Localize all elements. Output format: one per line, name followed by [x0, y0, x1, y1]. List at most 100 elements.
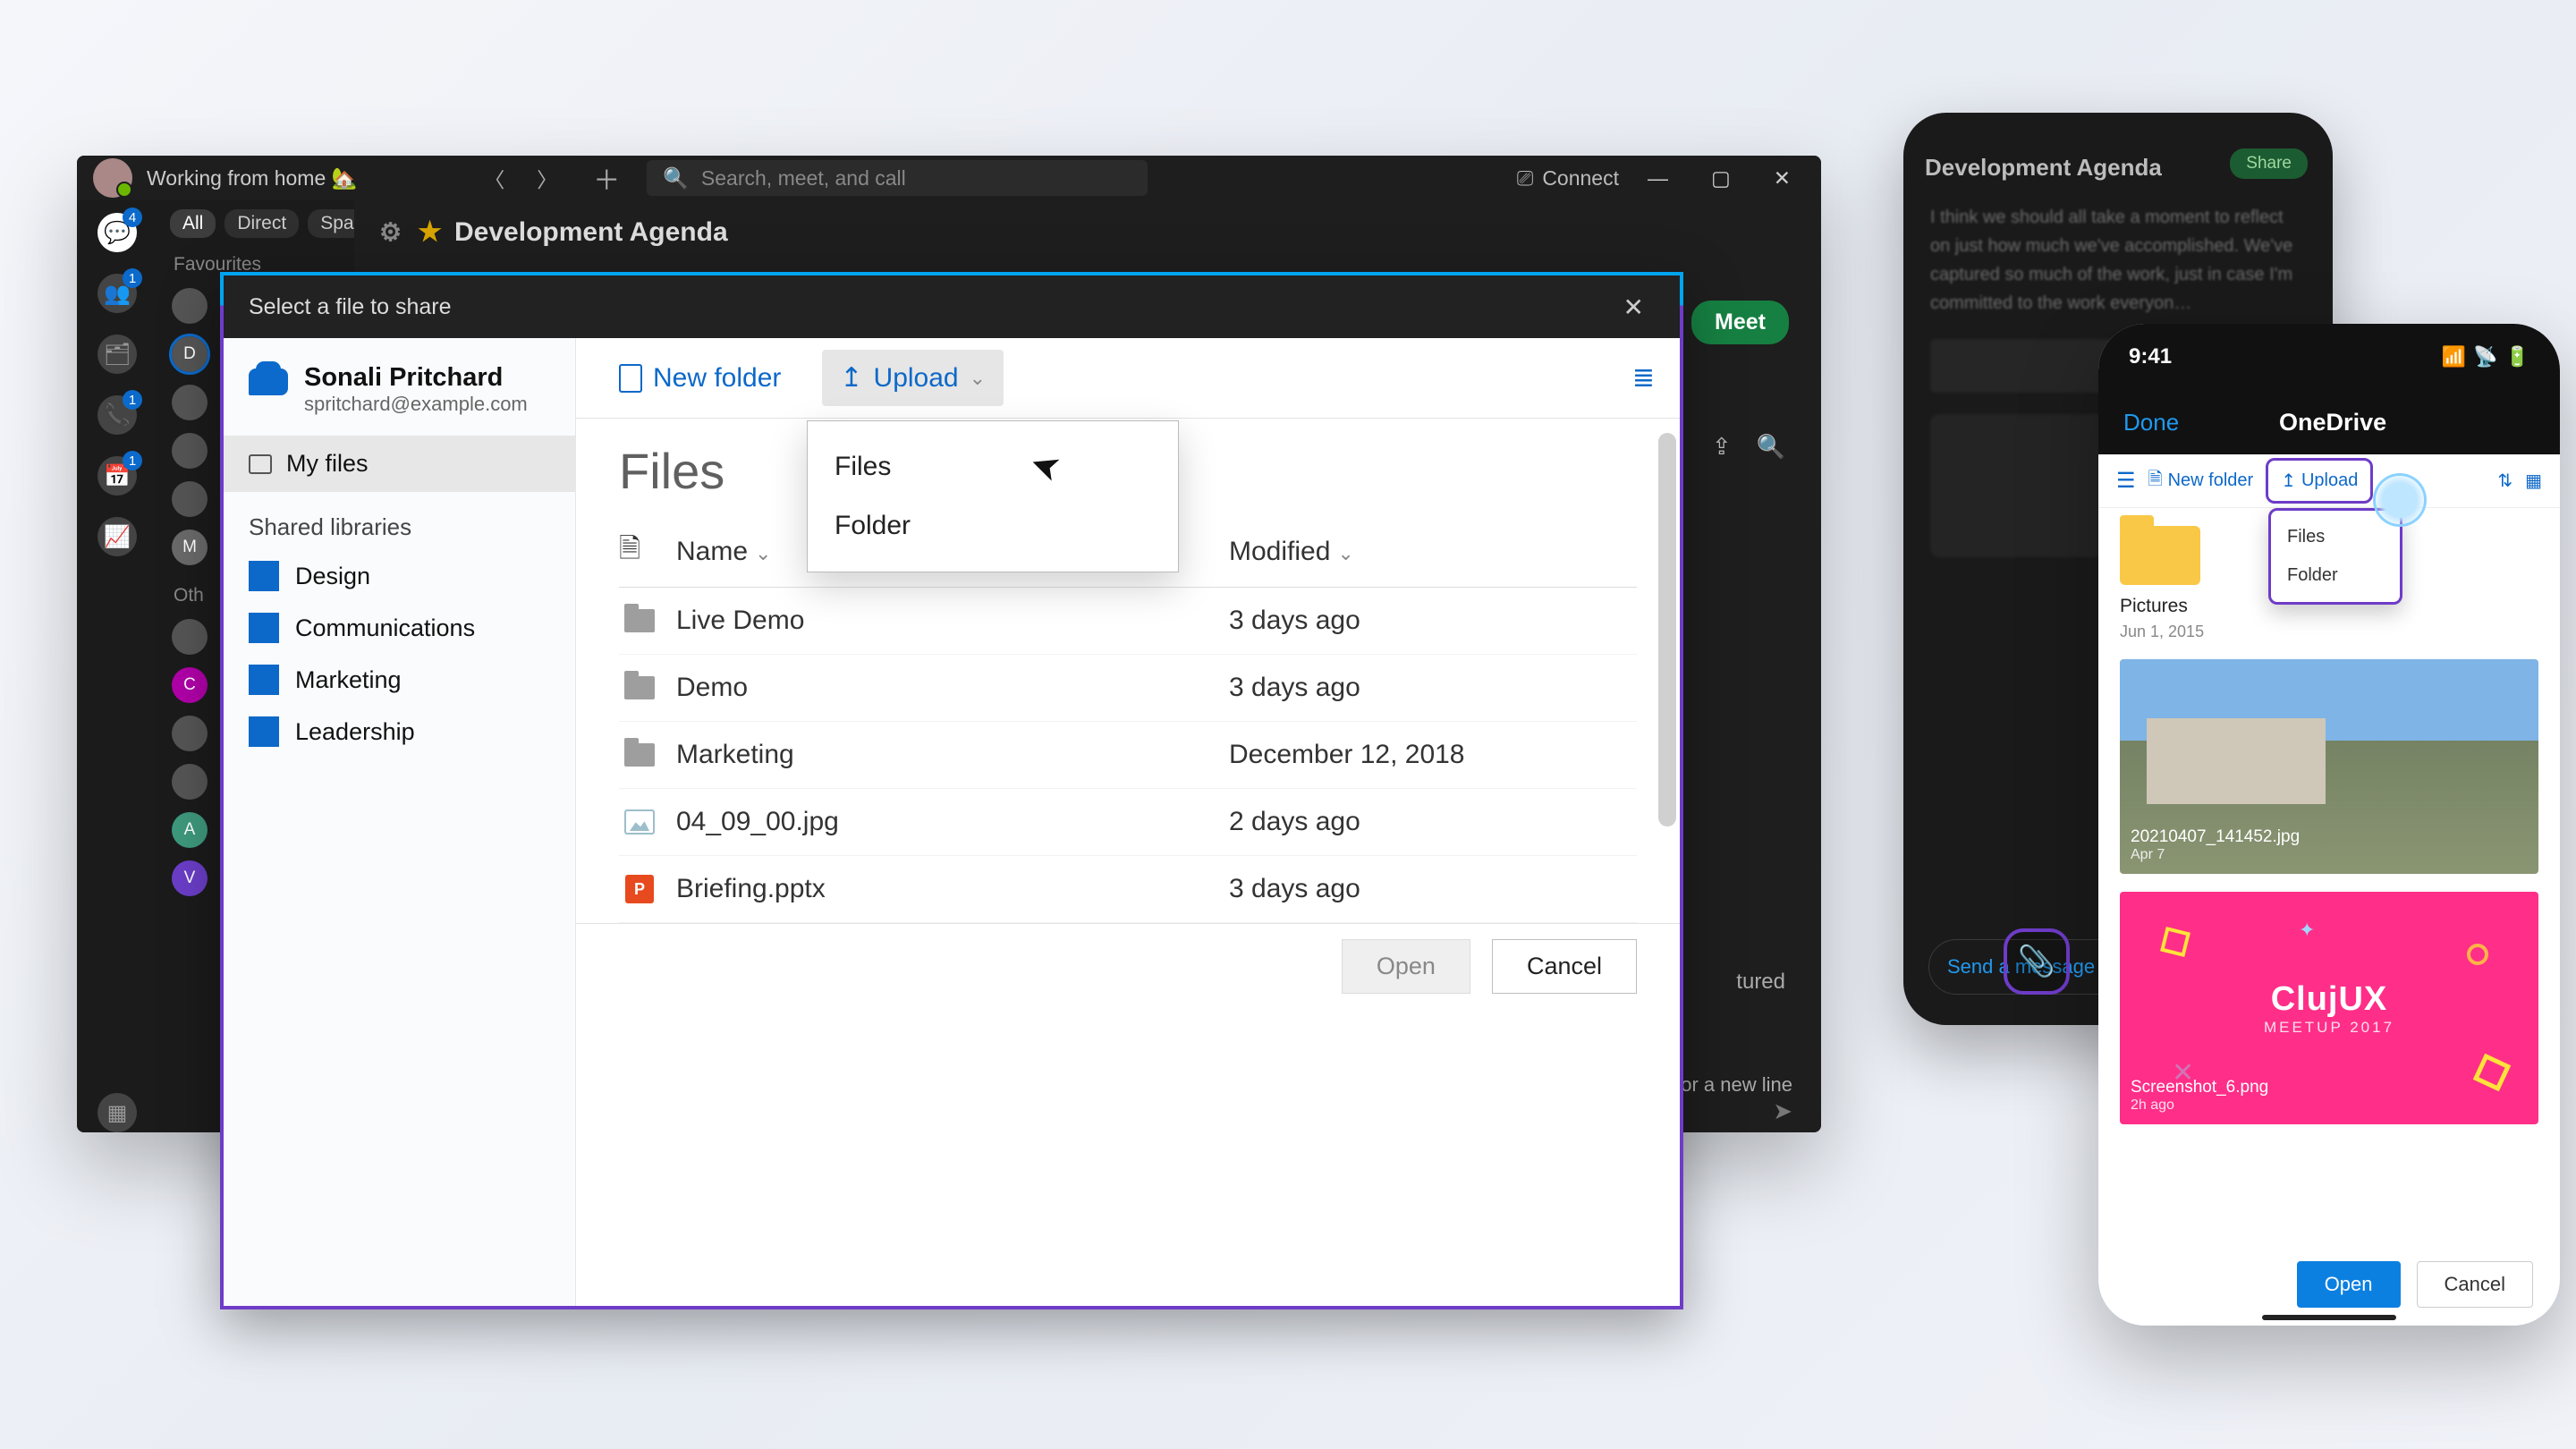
search-icon: 🔍: [663, 166, 689, 191]
modal-titlebar: Select a file to share ✕: [224, 275, 1680, 338]
list-item[interactable]: 20210407_141452.jpgApr 7: [2120, 659, 2538, 874]
battery-icon: 🔋: [2505, 345, 2529, 369]
filter-all[interactable]: All: [170, 209, 216, 238]
powerpoint-icon: P: [625, 875, 654, 903]
upload-files-option[interactable]: Files: [808, 437, 1178, 496]
mobile-statusbar: 9:41 📶 📡 🔋: [2098, 324, 2560, 390]
file-picker-sidebar: Sonali Pritchard spritchard@example.com …: [224, 338, 576, 1306]
upload-folder-option[interactable]: Folder: [2271, 556, 2400, 595]
table-row[interactable]: 04_09_00.jpg2 days ago: [619, 789, 1637, 856]
upload-button[interactable]: ↥Upload: [2266, 458, 2373, 504]
image-icon: [624, 809, 655, 835]
mobile-toolbar: ☰ 🗎New folder ↥Upload ⇅ ▦: [2098, 454, 2560, 508]
column-modified[interactable]: Modified⌄: [1229, 537, 1569, 567]
shape-square-icon: [2160, 927, 2190, 957]
table-row[interactable]: MarketingDecember 12, 2018: [619, 722, 1637, 789]
nav-back-icon[interactable]: 〈: [475, 159, 513, 197]
rail-meetings[interactable]: 📅1: [97, 456, 137, 496]
mobile-upload-dropdown: Files Folder: [2268, 508, 2402, 605]
scrollbar[interactable]: [1658, 433, 1676, 826]
library-icon: [249, 716, 279, 747]
rail-contacts[interactable]: 🗂: [97, 335, 137, 374]
new-folder-icon: [619, 364, 642, 393]
compose-hint: or a new line: [1681, 1073, 1792, 1097]
nav-forward-icon[interactable]: 〉: [528, 159, 566, 197]
upload-files-option[interactable]: Files: [2271, 518, 2400, 556]
window-minimize-icon[interactable]: —: [1633, 166, 1682, 191]
user-avatar[interactable]: [93, 158, 132, 198]
mobile-page-title: OneDrive: [2279, 409, 2386, 436]
open-button[interactable]: Open: [2297, 1261, 2401, 1308]
account-email: spritchard@example.com: [304, 393, 528, 416]
modal-close-icon[interactable]: ✕: [1613, 287, 1655, 327]
account-header[interactable]: Sonali Pritchard spritchard@example.com: [224, 338, 575, 436]
status-time: 9:41: [2129, 344, 2172, 369]
touch-indicator-icon: [2376, 476, 2424, 524]
account-name: Sonali Pritchard: [304, 363, 528, 393]
table-row[interactable]: Demo3 days ago: [619, 655, 1637, 722]
library-item[interactable]: Leadership: [224, 706, 575, 758]
shape-circle-icon: [2467, 944, 2488, 965]
my-files-nav[interactable]: My files: [224, 436, 575, 492]
upload-button[interactable]: ↥ Upload ⌄: [822, 350, 1004, 406]
home-indicator[interactable]: [2262, 1315, 2396, 1320]
rail-analytics[interactable]: 📈: [97, 517, 137, 556]
new-folder-button[interactable]: New folder: [601, 351, 799, 406]
table-row[interactable]: Live Demo3 days ago: [619, 588, 1637, 655]
photo-thumbnail: 20210407_141452.jpgApr 7: [2120, 659, 2538, 874]
sort-icon[interactable]: ⇅: [2497, 470, 2512, 492]
send-icon[interactable]: ➤: [1773, 1097, 1792, 1125]
library-item[interactable]: Communications: [224, 602, 575, 654]
window-close-icon[interactable]: ✕: [1759, 166, 1805, 191]
mobile-message: I think we should all take a moment to r…: [1930, 203, 2306, 318]
onedrive-icon: [249, 369, 288, 395]
grid-view-icon[interactable]: ▦: [2525, 470, 2542, 492]
upload-folder-option[interactable]: Folder: [808, 496, 1178, 555]
connect-button[interactable]: ⎚ Connect: [1517, 166, 1619, 191]
table-row[interactable]: PBriefing.pptx3 days ago: [619, 856, 1637, 923]
folder-icon: [624, 609, 655, 632]
file-table: 🗎 Name⌄ Modified⌄ Live Demo3 days ago De…: [576, 516, 1680, 923]
attachment-icon[interactable]: 📎: [2004, 928, 2070, 995]
search-input[interactable]: 🔍 Search, meet, and call: [647, 160, 1148, 196]
device-icon: ⎚: [1517, 166, 1533, 191]
new-icon[interactable]: ＋: [580, 158, 632, 198]
rail-messaging[interactable]: 💬4: [97, 213, 137, 252]
library-item[interactable]: Design: [224, 550, 575, 602]
rail-teams[interactable]: 👥1: [97, 274, 137, 313]
star-icon[interactable]: ★: [418, 216, 442, 248]
folder-icon: [249, 454, 272, 474]
app-rail: 💬4 👥1 🗂 📞1 📅1 📈 ▦: [77, 200, 157, 1132]
rail-calling[interactable]: 📞1: [97, 395, 137, 435]
hamburger-icon[interactable]: ☰: [2116, 468, 2136, 494]
window-maximize-icon[interactable]: ▢: [1697, 166, 1745, 191]
search-in-space-icon[interactable]: 🔍: [1757, 433, 1785, 461]
search-placeholder: Search, meet, and call: [701, 166, 906, 191]
rail-apps[interactable]: ▦: [97, 1093, 137, 1132]
modal-footer: Open Cancel: [576, 923, 1680, 1009]
chevron-down-icon: ⌄: [755, 542, 771, 564]
presence-status[interactable]: Working from home 🏡: [147, 166, 357, 191]
list-item[interactable]: ✦ ✕ ClujUX MEETUP 2017 Screenshot_6.png2…: [2120, 892, 2538, 1124]
cancel-button[interactable]: Cancel: [2417, 1261, 2533, 1308]
view-options-icon[interactable]: ≣: [1632, 362, 1655, 394]
mobile-footer: Open Cancel: [2098, 1261, 2560, 1308]
featured-peek: tured: [1736, 970, 1785, 995]
upload-icon: ↥: [2281, 470, 2296, 492]
folder-icon: [624, 676, 655, 699]
filter-direct[interactable]: Direct: [225, 209, 299, 238]
cancel-button[interactable]: Cancel: [1492, 939, 1637, 994]
meet-button[interactable]: Meet: [1691, 301, 1789, 344]
folder-icon: [624, 743, 655, 767]
open-button[interactable]: Open: [1342, 939, 1470, 994]
share-icon[interactable]: ⇪: [1712, 433, 1732, 461]
wifi-icon: 📡: [2473, 345, 2497, 369]
signal-icon: 📶: [2442, 345, 2466, 369]
file-picker-modal: Select a file to share ✕ Sonali Pritchar…: [220, 272, 1683, 1309]
upload-icon: ↥: [840, 362, 862, 394]
file-type-icon: 🗎: [619, 529, 660, 574]
mobile-share-button[interactable]: Share: [2230, 148, 2308, 179]
done-button[interactable]: Done: [2123, 409, 2179, 436]
new-folder-button[interactable]: 🗎New folder: [2148, 466, 2254, 496]
library-item[interactable]: Marketing: [224, 654, 575, 706]
